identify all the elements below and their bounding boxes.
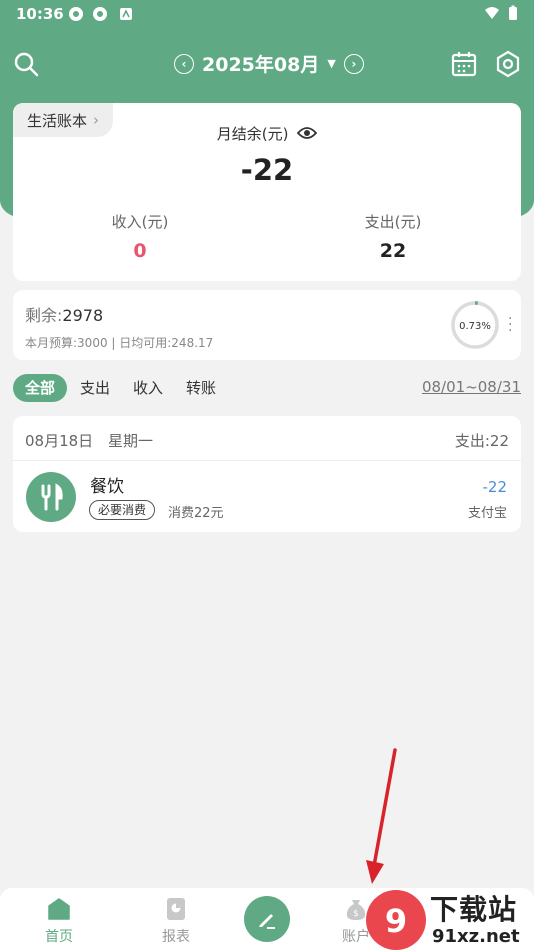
- transaction-amount: -22: [482, 478, 508, 496]
- budget-remaining-value: 2978: [62, 306, 104, 325]
- transaction-tag: 必要消费: [89, 500, 156, 520]
- calendar-icon[interactable]: [450, 50, 478, 78]
- day-date: 08月18日: [25, 432, 94, 450]
- svg-text:$: $: [353, 909, 359, 919]
- filter-transfer[interactable]: 转账: [186, 374, 216, 402]
- month-selector: ‹ 2025年08月 ▼ ›: [174, 50, 364, 77]
- balance-label: 月结余(元): [13, 123, 521, 144]
- expense-summary: 支出(元) 22: [313, 211, 473, 262]
- wifi-icon: [485, 7, 499, 19]
- transaction-note: 消费22元: [168, 506, 224, 521]
- filter-all[interactable]: 全部: [13, 374, 68, 402]
- budget-card[interactable]: 剩余:2978 本月预算:3000 | 日均可用:248.17 0.73% · ·…: [13, 290, 521, 360]
- status-bar: 10:36: [0, 0, 534, 28]
- current-month[interactable]: 2025年08月: [202, 50, 319, 77]
- balance-value: -22: [240, 153, 294, 187]
- expense-value: 22: [379, 240, 407, 262]
- budget-remaining: 剩余:2978: [25, 306, 104, 325]
- home-icon: [48, 898, 70, 920]
- report-icon: [167, 898, 185, 920]
- pen-icon: [259, 914, 275, 929]
- expense-label: 支出(元): [364, 213, 422, 231]
- monthly-summary-card: 生活账本 › 月结余(元) -22 收入(元) 0 支出(元) 22: [13, 103, 521, 281]
- income-summary: 收入(元) 0: [60, 211, 220, 262]
- fork-knife-icon: [41, 483, 63, 511]
- transaction-row[interactable]: 餐饮 必要消费 消费22元 -22 支付宝: [13, 462, 521, 532]
- notification-icon: [93, 7, 107, 21]
- income-value: 0: [133, 240, 147, 262]
- day-weekday: 星期一: [108, 432, 154, 450]
- notification-icon: [69, 7, 83, 21]
- watermark-site: 91xz.net: [432, 926, 520, 947]
- dining-category-icon: [26, 472, 76, 522]
- transaction-filter-bar: 全部 支出 收入 转账 08/01~08/31: [13, 374, 521, 404]
- transaction-account: 支付宝: [467, 506, 507, 521]
- more-options-icon[interactable]: · · ·: [508, 312, 512, 338]
- budget-detail: 本月预算:3000 | 日均可用:248.17: [25, 336, 214, 350]
- tab-home-label: 首页: [45, 929, 73, 945]
- add-record-button[interactable]: [244, 896, 290, 942]
- month-dropdown-icon[interactable]: ▼: [327, 57, 335, 70]
- tab-report[interactable]: 报表: [136, 896, 216, 946]
- search-icon[interactable]: [12, 50, 40, 78]
- filter-expense[interactable]: 支出: [80, 374, 110, 402]
- day-total: 支出:22: [454, 432, 509, 450]
- svg-text:9: 9: [385, 902, 407, 940]
- eye-icon[interactable]: [297, 126, 318, 140]
- date-range-selector[interactable]: 08/01~08/31: [422, 378, 521, 396]
- tab-home[interactable]: 首页: [19, 896, 99, 946]
- watermark-text: 下载站: [430, 893, 518, 926]
- settings-icon[interactable]: [494, 50, 522, 78]
- tab-report-label: 报表: [162, 929, 190, 945]
- budget-percent: 0.73%: [459, 321, 491, 332]
- app-notification-icon: [120, 8, 132, 20]
- status-time: 10:36: [16, 5, 64, 23]
- annotation-arrow: [366, 748, 397, 884]
- top-bar: ‹ 2025年08月 ▼ ›: [0, 44, 534, 84]
- previous-month-button[interactable]: ‹: [174, 53, 194, 74]
- next-month-button[interactable]: ›: [343, 53, 364, 74]
- day-group-header: 08月18日 星期一 支出:22: [13, 416, 521, 461]
- budget-progress-ring: 0.73%: [451, 301, 499, 349]
- income-label: 收入(元): [111, 213, 169, 231]
- battery-icon: [509, 5, 517, 20]
- transaction-category: 餐饮: [90, 477, 124, 497]
- transaction-day-group: 08月18日 星期一 支出:22 餐饮 必要消费 消费22元 -22 支付宝: [13, 416, 521, 532]
- filter-income[interactable]: 收入: [133, 374, 163, 402]
